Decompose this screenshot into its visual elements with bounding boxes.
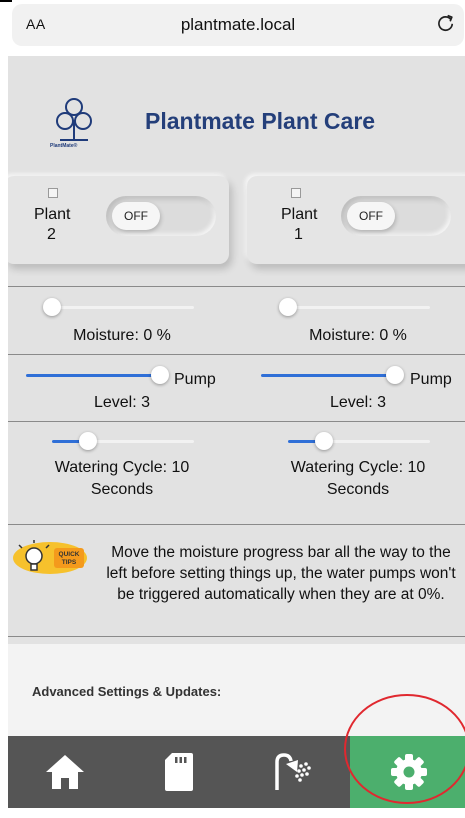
toggle-knob[interactable]: OFF — [347, 202, 395, 230]
watering-slider-plant-1[interactable] — [288, 432, 430, 452]
divider — [8, 636, 465, 637]
url-text[interactable]: plantmate.local — [12, 15, 464, 35]
watering-label: Watering Cycle: 10 — [54, 459, 190, 476]
moisture-label: Moisture: 0 % — [309, 327, 407, 344]
plant-number: 1 — [294, 226, 303, 243]
slider-fill — [26, 374, 160, 377]
quick-tips-text: Move the moisture progress bar all the w… — [106, 544, 456, 603]
nav-shower[interactable] — [236, 736, 350, 808]
logo-label: PlantMate® — [50, 143, 78, 149]
highlight-ring — [344, 694, 465, 804]
moisture-slider-plant-1[interactable] — [279, 298, 430, 318]
pump-label: Pump — [174, 371, 216, 388]
nav-home[interactable] — [8, 736, 122, 808]
slider-thumb[interactable] — [314, 432, 333, 450]
nav-sd-card[interactable] — [122, 736, 236, 808]
plantmate-logo-icon — [56, 98, 92, 141]
home-icon — [46, 755, 84, 789]
pump-slider-plant-2[interactable] — [26, 366, 169, 386]
quick-tips-bulb-icon: QUICK TIPS — [13, 540, 87, 574]
moisture-slider-plant-2[interactable] — [43, 298, 194, 318]
slider-thumb[interactable] — [78, 432, 97, 450]
slider-thumb[interactable] — [43, 298, 61, 316]
pump-slider-plant-1[interactable] — [261, 366, 404, 386]
watering-unit-label: Seconds — [326, 481, 390, 498]
divider — [8, 286, 465, 287]
slider-thumb[interactable] — [279, 298, 297, 316]
watering-label: Watering Cycle: 10 — [290, 459, 426, 476]
watering-slider-plant-2[interactable] — [52, 432, 194, 452]
svg-text:TIPS: TIPS — [62, 559, 77, 566]
slider-thumb[interactable] — [151, 366, 169, 384]
reload-icon[interactable] — [436, 13, 456, 33]
divider — [8, 421, 465, 422]
plant-number: 2 — [47, 226, 56, 243]
plant-label: Plant — [34, 206, 71, 223]
svg-text:QUICK: QUICK — [59, 551, 80, 558]
slider-fill — [261, 374, 395, 377]
moisture-label: Moisture: 0 % — [73, 327, 171, 344]
divider — [8, 524, 465, 525]
slider-track — [52, 306, 194, 309]
slider-track — [288, 306, 430, 309]
status-indicator-icon — [48, 188, 58, 198]
slider-thumb[interactable] — [386, 366, 404, 384]
pump-level-label: Level: 3 — [93, 394, 151, 411]
status-indicator-icon — [291, 188, 301, 198]
shower-icon — [275, 753, 311, 790]
plant-card-2: Plant 2 OFF — [8, 176, 229, 264]
plant-label: Plant — [281, 206, 318, 223]
plant-1-toggle[interactable]: OFF — [341, 196, 451, 236]
advanced-settings-title: Advanced Settings & Updates: — [32, 684, 222, 699]
watering-unit-label: Seconds — [90, 481, 154, 498]
browser-address-bar[interactable]: AA plantmate.local — [12, 4, 464, 46]
pump-label: Pump — [410, 371, 452, 388]
plant-card-1: Plant 1 OFF — [247, 176, 465, 264]
plant-2-toggle[interactable]: OFF — [106, 196, 216, 236]
pump-level-label: Level: 3 — [329, 394, 387, 411]
toggle-knob[interactable]: OFF — [112, 202, 160, 230]
sd-card-icon — [165, 753, 193, 791]
page: PlantMate® Plantmate Plant Care Plant 2 … — [8, 56, 465, 808]
page-title: Plantmate Plant Care — [145, 108, 376, 134]
corner-line — [0, 0, 12, 2]
divider — [8, 354, 465, 355]
